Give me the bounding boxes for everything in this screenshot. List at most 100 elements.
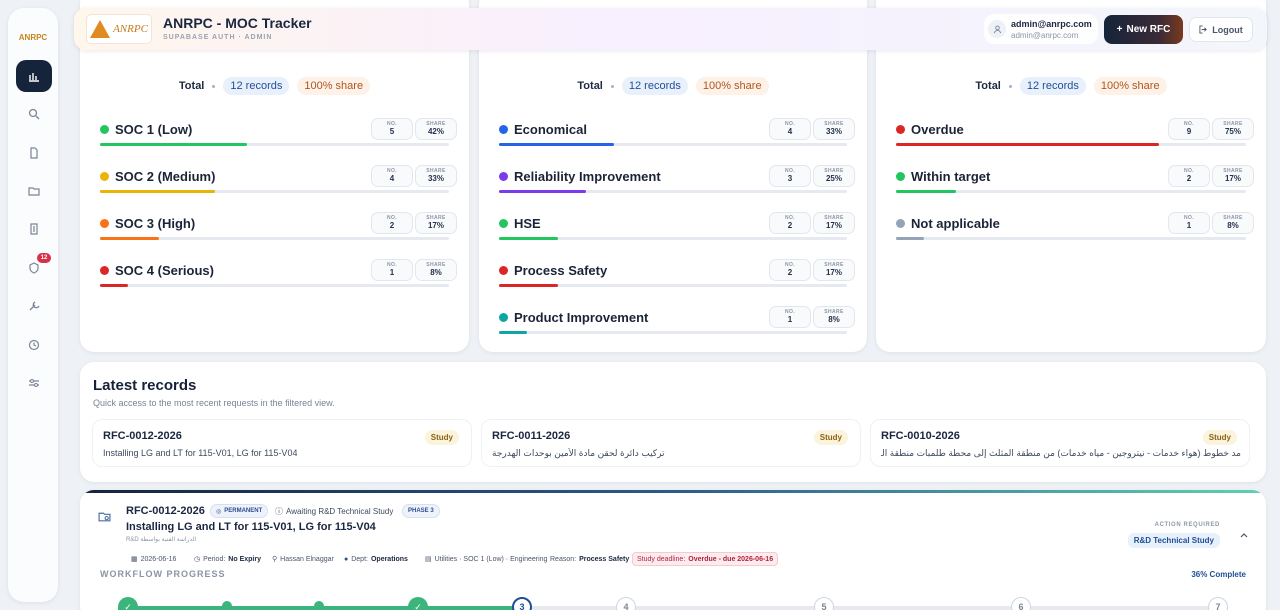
rfc-detail-card: RFC-0012-2026 ◎ PERMANENT ⓘ Awaiting R&D… <box>80 490 1266 610</box>
category-dot <box>100 266 109 275</box>
sidebar-item-tools[interactable] <box>16 290 52 322</box>
distribution-row[interactable]: HSE NO. 2 SHARE 17% <box>491 212 855 252</box>
share-bar-track <box>100 284 449 287</box>
record-description: مد خطوط (هواء خدمات - نيتروجين - مياه خد… <box>881 448 1241 458</box>
share-stat: SHARE 8% <box>415 259 457 281</box>
distribution-row[interactable]: Overdue NO. 9 SHARE 75% <box>888 118 1254 158</box>
distribution-row[interactable]: Within target NO. 2 SHARE 17% <box>888 165 1254 205</box>
rfc-title: Installing LG and LT for 115-V01, LG for… <box>126 521 376 533</box>
meta-reason-label: Reason: <box>550 555 577 563</box>
workflow-step[interactable]: 5 <box>814 597 834 610</box>
new-rfc-label: New RFC <box>1126 24 1171 35</box>
status-badge: Study <box>424 430 459 445</box>
category-name: SOC 1 (Low) <box>115 122 193 137</box>
sidebar-item-history[interactable] <box>16 329 52 361</box>
distribution-row[interactable]: Not applicable NO. 1 SHARE 8% <box>888 212 1254 252</box>
sidebar-item-dashboard[interactable] <box>16 60 52 92</box>
meta-user: ⚲ Hassan Elnaggar <box>272 552 334 566</box>
category-label: Economical <box>499 122 587 137</box>
workflow-step[interactable]: 4 <box>616 597 636 610</box>
count-stat-value: 4 <box>787 127 793 136</box>
distribution-row[interactable]: Economical NO. 4 SHARE 33% <box>491 118 855 158</box>
share-stat-value: 33% <box>427 174 444 183</box>
count-stat: NO. 4 <box>371 165 413 187</box>
status-badge: ⓘ Awaiting R&D Technical Study <box>270 504 399 518</box>
category-dot <box>499 266 508 275</box>
category-name: Reliability Improvement <box>514 169 661 184</box>
sidebar-item-settings[interactable] <box>16 367 52 399</box>
category-name: Economical <box>514 122 587 137</box>
meta-reason-value: Process Safety <box>579 555 630 563</box>
folder-icon <box>28 187 40 196</box>
distribution-row[interactable]: SOC 4 (Serious) NO. 1 SHARE 8% <box>92 259 457 299</box>
logout-button[interactable]: Logout <box>1189 17 1253 42</box>
share-stat: SHARE 8% <box>1212 212 1254 234</box>
distribution-row[interactable]: Reliability Improvement NO. 3 SHARE 25% <box>491 165 855 205</box>
category-dot <box>499 172 508 181</box>
records-count-pill: 12 records <box>223 77 290 95</box>
file-icon <box>30 223 38 235</box>
rfc-id: RFC-0012-2026 <box>126 505 205 517</box>
share-stat-value: 17% <box>1224 174 1241 183</box>
meta-user-value: Hassan Elnaggar <box>280 555 334 563</box>
record-card[interactable]: RFC-0012-2026 Installing LG and LT for 1… <box>92 419 472 467</box>
share-stat-value: 75% <box>1224 127 1241 136</box>
user-email: admin@anrpc.com <box>1011 31 1079 40</box>
workflow-step[interactable]: 7 <box>1208 597 1228 610</box>
meta-deadline: Study deadline: Overdue - due 2026-06-16 <box>632 552 779 566</box>
sidebar-item-folders[interactable] <box>16 175 52 207</box>
sidebar-item-search[interactable] <box>16 98 52 130</box>
count-stat: NO. 2 <box>769 259 811 281</box>
permanent-badge: ◎ PERMANENT <box>210 504 269 518</box>
workflow-step[interactable]: 6 <box>1011 597 1031 610</box>
count-stat: NO. 4 <box>769 118 811 140</box>
workflow-step-done[interactable]: ✓ <box>118 597 138 610</box>
records-count-pill: 12 records <box>1019 77 1086 95</box>
record-id: RFC-0010-2026 <box>881 430 960 442</box>
shield-check-icon: ◎ <box>216 508 222 515</box>
share-stat-value: 17% <box>825 268 842 277</box>
sidebar-logo[interactable]: ANRPC <box>16 20 50 54</box>
distribution-row[interactable]: SOC 2 (Medium) NO. 4 SHARE 33% <box>92 165 457 205</box>
distribution-row[interactable]: Process Safety NO. 2 SHARE 17% <box>491 259 855 299</box>
workflow-step-done[interactable]: ✓ <box>408 597 428 610</box>
share-bar-fill <box>100 143 247 146</box>
category-label: Overdue <box>896 122 964 137</box>
share-pill: 100% share <box>1093 77 1167 95</box>
count-stat: NO. 2 <box>371 212 413 234</box>
meta-deadline-label: Study deadline: <box>637 555 686 563</box>
rfc-subtitle: R&D الدراسة الفنية بواسطة <box>126 537 197 543</box>
new-rfc-button[interactable]: + New RFC <box>1104 15 1183 44</box>
distribution-row[interactable]: Product Improvement NO. 1 SHARE 8% <box>491 306 855 346</box>
share-stat: SHARE 8% <box>813 306 855 328</box>
sidebar-item-reports[interactable] <box>16 213 52 245</box>
category-label: Not applicable <box>896 216 1000 231</box>
category-label: HSE <box>499 216 541 231</box>
total-row: Total 12 records 100% share <box>479 68 867 104</box>
category-name: Product Improvement <box>514 310 649 325</box>
document-icon <box>30 147 38 159</box>
share-bar-fill <box>896 237 924 240</box>
sidebar-item-requests[interactable] <box>16 137 52 169</box>
record-card[interactable]: RFC-0011-2026 تركيب دائرة لحقن مادة الأم… <box>481 419 861 467</box>
latest-records-title: Latest records <box>93 377 197 394</box>
distribution-row[interactable]: SOC 1 (Low) NO. 5 SHARE 42% <box>92 118 457 158</box>
distribution-row[interactable]: SOC 3 (High) NO. 2 SHARE 17% <box>92 212 457 252</box>
count-stat-value: 9 <box>1186 127 1192 136</box>
category-name: SOC 4 (Serious) <box>115 263 214 278</box>
count-stat: NO. 1 <box>1168 212 1210 234</box>
share-bar-fill <box>499 190 586 193</box>
meta-scope: ▤ Utilities · SOC 1 (Low) · Engineering <box>425 552 547 566</box>
sidebar-item-approvals[interactable]: 12 <box>16 252 52 284</box>
record-card[interactable]: RFC-0010-2026 مد خطوط (هواء خدمات - نيتر… <box>870 419 1250 467</box>
share-stat-value: 25% <box>825 174 842 183</box>
count-stat: NO. 1 <box>371 259 413 281</box>
total-row: Total 12 records 100% share <box>80 68 469 104</box>
share-bar-fill <box>100 237 160 240</box>
chevron-up-icon[interactable] <box>1240 530 1248 541</box>
user-chip[interactable]: admin@anrpc.com admin@anrpc.com <box>984 14 1098 44</box>
meta-period-value: No Expiry <box>228 555 261 563</box>
total-row: Total 12 records 100% share <box>876 68 1266 104</box>
share-stat-value: 8% <box>1227 221 1239 230</box>
workflow-step-current[interactable]: 3 <box>512 597 532 610</box>
